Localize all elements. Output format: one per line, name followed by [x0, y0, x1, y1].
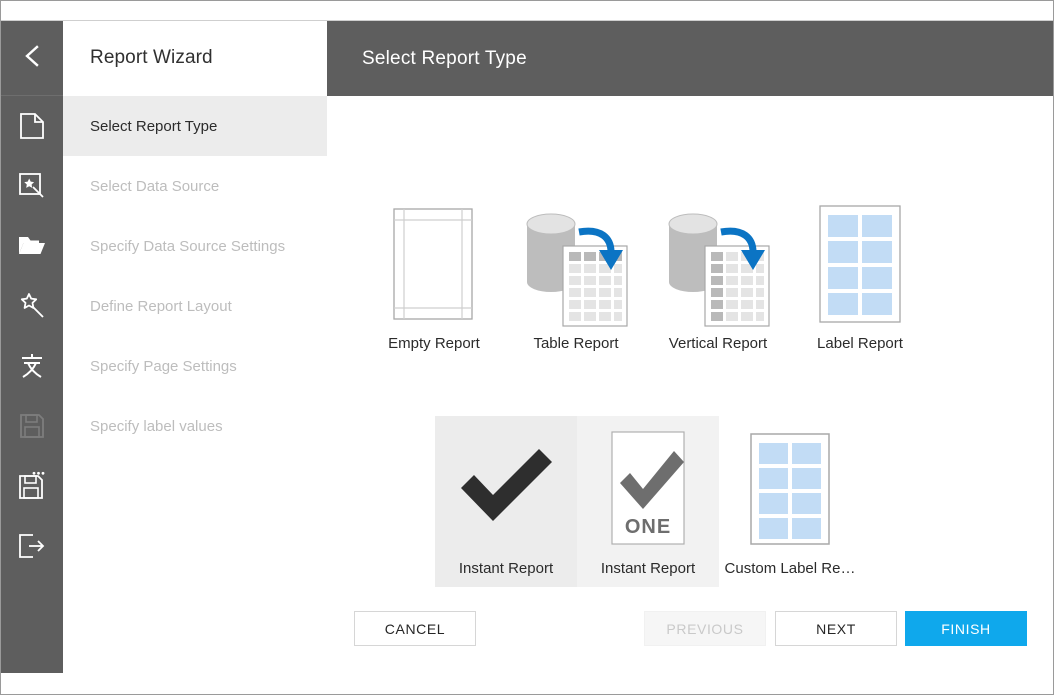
wizard-steps-panel: Report Wizard Select Report Type Select … [63, 21, 348, 673]
check-dark-art [447, 424, 565, 554]
sidebar-item-open-folder[interactable] [1, 216, 63, 276]
rail-icon-list [1, 96, 63, 576]
empty-page-art [386, 199, 482, 329]
report-type-label: Table Report [533, 335, 619, 352]
report-type-label: Instant Report [600, 560, 696, 577]
report-wizard-icon [17, 171, 47, 201]
svg-text:ONE: ONE [625, 516, 671, 538]
report-type-label-report[interactable]: Label Report [789, 191, 931, 362]
report-type-content: Empty Report Table Report Vertical Repor… [327, 96, 1053, 673]
next-button[interactable]: NEXT [775, 611, 897, 646]
report-type-label: Empty Report [388, 335, 480, 352]
wizard-step-specify-page-settings[interactable]: Specify Page Settings [63, 336, 327, 396]
report-type-instant-report[interactable]: Instant Report [435, 416, 577, 587]
wizard-step-select-report-type[interactable]: Select Report Type [63, 96, 348, 156]
sidebar-item-save[interactable] [1, 396, 63, 456]
wizard-step-specify-label-values[interactable]: Specify label values [63, 396, 327, 456]
report-type-table-report[interactable]: Table Report [505, 191, 647, 362]
wizard-step-label: Define Report Layout [90, 297, 232, 315]
chevron-left-icon [22, 43, 42, 74]
report-type-custom-label-report[interactable]: Custom Label Re… [719, 416, 861, 587]
wizard-step-label: Select Report Type [90, 117, 218, 135]
table-report-art [519, 199, 634, 329]
sidebar-item-text-cjk[interactable] [1, 336, 63, 396]
report-type-label: Instant Report [458, 560, 554, 577]
sidebar-item-report-wizard[interactable] [1, 156, 63, 216]
previous-button: PREVIOUS [644, 611, 766, 646]
report-type-vertical-report[interactable]: Vertical Report [647, 191, 789, 362]
wizard-step-label: Specify Data Source Settings [90, 237, 286, 255]
wizard-step-label: Select Data Source [90, 177, 220, 195]
exit-icon [17, 532, 47, 560]
save-as-icon [17, 471, 47, 501]
sidebar-item-save-as[interactable] [1, 456, 63, 516]
report-type-instant-report-one[interactable]: ONE Instant Report [577, 416, 719, 587]
open-folder-icon [17, 233, 47, 259]
window-top-strip [1, 1, 1053, 21]
wizard-step-list: Select Report Type Select Data Source Sp… [63, 96, 348, 456]
text-cjk-icon [17, 351, 47, 381]
wizard-footer: CANCEL PREVIOUS NEXT FINISH [327, 601, 1053, 656]
wizard-step-select-data-source[interactable]: Select Data Source [63, 156, 327, 216]
wizard-step-specify-data-source-settings[interactable]: Specify Data Source Settings [63, 216, 327, 276]
check-one-art: ONE [600, 424, 696, 554]
sidebar-item-magic-wand[interactable] [1, 276, 63, 336]
content-header-title: Select Report Type [362, 47, 527, 69]
back-button[interactable] [1, 21, 63, 96]
report-type-row-2: Instant Report ONE Instant Report Custom… [435, 416, 1053, 587]
page-title: Report Wizard [90, 47, 213, 68]
report-type-empty-report[interactable]: Empty Report [363, 191, 505, 362]
finish-button[interactable]: FINISH [905, 611, 1027, 646]
new-document-icon [18, 111, 46, 141]
report-type-label: Label Report [817, 335, 903, 352]
left-icon-rail [1, 21, 63, 673]
vertical-report-art [661, 199, 776, 329]
magic-wand-icon [17, 291, 47, 321]
label-report-art [812, 199, 908, 329]
report-type-row-1: Empty Report Table Report Vertical Repor… [363, 191, 1053, 362]
sidebar-item-exit[interactable] [1, 516, 63, 576]
report-type-label: Vertical Report [668, 335, 768, 352]
save-icon [18, 412, 46, 440]
cancel-button[interactable]: CANCEL [354, 611, 476, 646]
report-type-label: Custom Label Re… [724, 560, 856, 577]
wizard-step-label: Specify label values [90, 417, 223, 435]
content-header-bar: Select Report Type [327, 21, 1053, 96]
wizard-step-define-report-layout[interactable]: Define Report Layout [63, 276, 327, 336]
report-wizard-window: Report Wizard Select Report Type Select … [0, 0, 1054, 695]
custom-label-art [744, 424, 836, 554]
wizard-step-label: Specify Page Settings [90, 357, 237, 375]
sidebar-item-new-document[interactable] [1, 96, 63, 156]
